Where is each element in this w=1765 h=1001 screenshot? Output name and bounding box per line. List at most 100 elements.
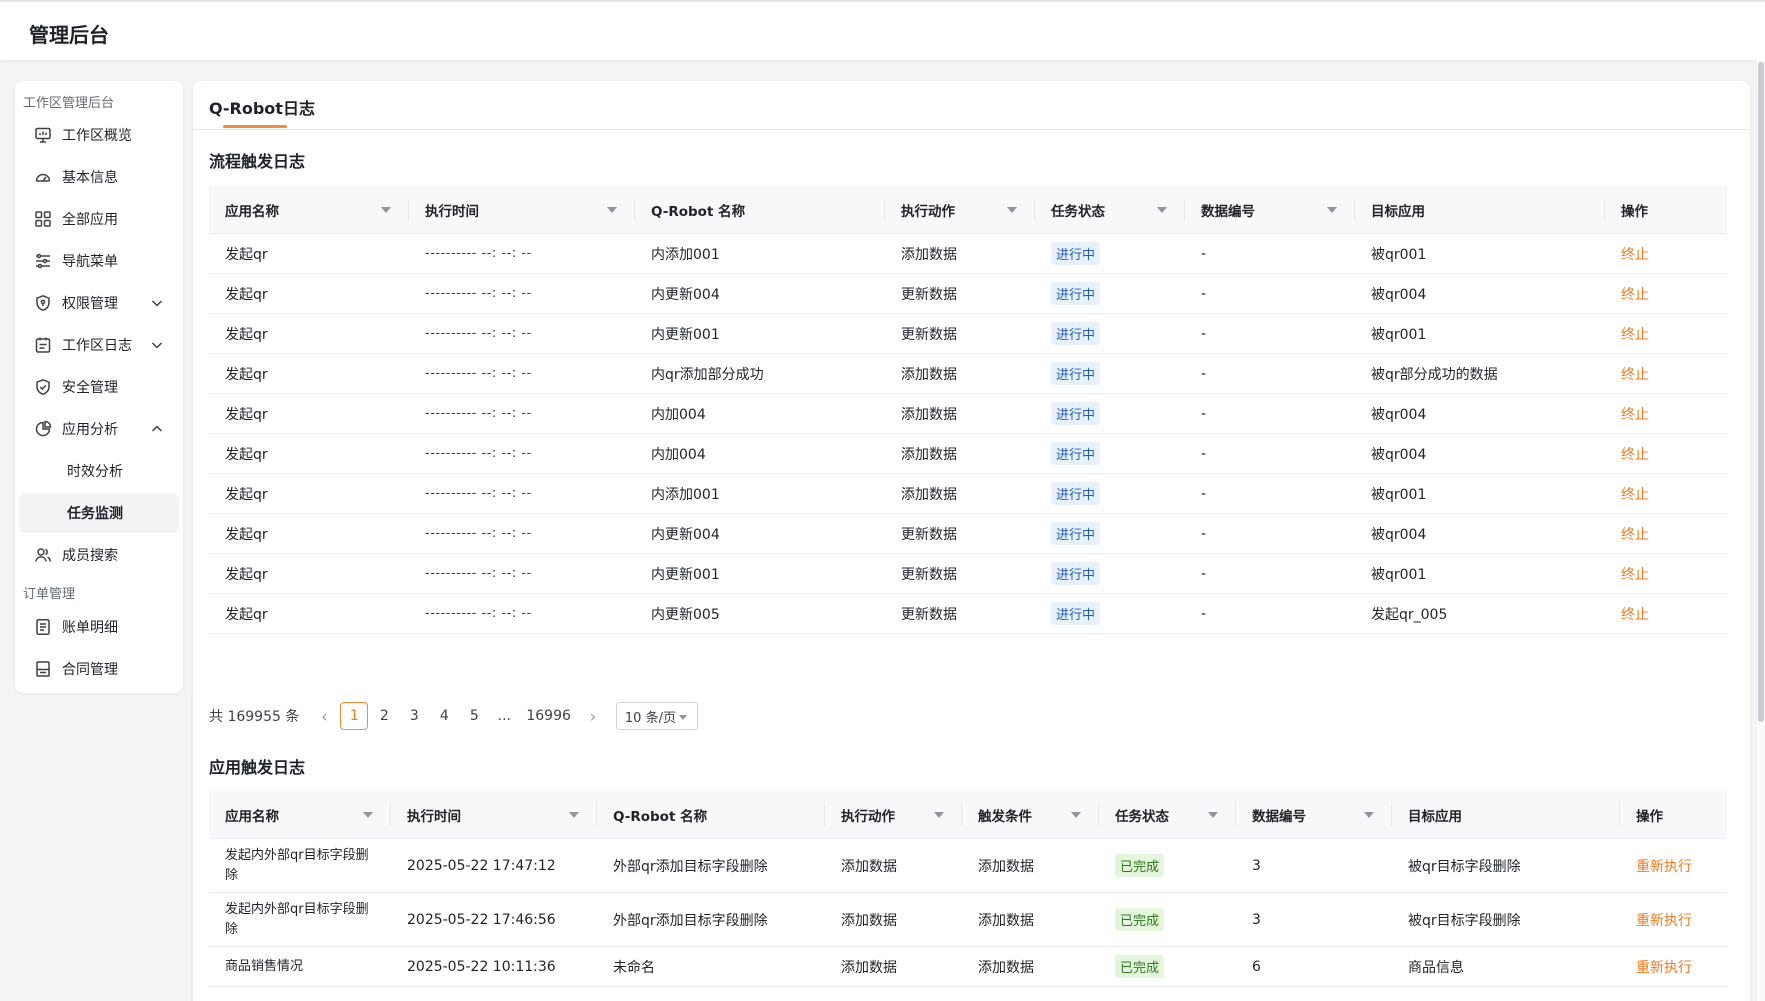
column-header-app[interactable]: 应用名称 — [209, 186, 409, 234]
sort-icon[interactable] — [1071, 811, 1081, 818]
cell-op-text[interactable]: 终止 — [1621, 487, 1649, 503]
column-header-action[interactable]: 执行动作 — [885, 186, 1035, 234]
cell-robot: 内更新004 — [635, 524, 885, 544]
cell-op: 终止 — [1605, 324, 1707, 344]
column-header-robot[interactable]: Q-Robot 名称 — [597, 791, 825, 839]
column-header-time[interactable]: 执行时间 — [409, 186, 635, 234]
sort-icon[interactable] — [1007, 206, 1017, 213]
cell-app: 发起qr — [209, 444, 409, 464]
cell-robot-text: 内加004 — [651, 446, 706, 463]
cell-op-text[interactable]: 重新执行 — [1636, 913, 1692, 929]
table-row: 发起qr ---------- --: --: -- 内qr添加部分成功 添加数据 进行… — [209, 354, 1727, 394]
sort-icon[interactable] — [1208, 811, 1218, 818]
column-header-num[interactable]: 数据编号 — [1185, 186, 1355, 234]
cell-status: 进行中 — [1035, 402, 1185, 425]
sort-icon[interactable] — [381, 206, 391, 213]
app-log-rows: 发起内外部qr目标字段删除 2025-05-22 17:47:12 外部qr添加目标… — [209, 839, 1727, 987]
scrollbar-thumb[interactable] — [1758, 62, 1764, 722]
cell-op-text[interactable]: 终止 — [1621, 287, 1649, 303]
column-header-robot[interactable]: Q-Robot 名称 — [635, 186, 885, 234]
cell-status: 已完成 — [1099, 955, 1236, 978]
cell-action-text: 添加数据 — [901, 406, 957, 423]
cell-op-text[interactable]: 终止 — [1621, 567, 1649, 583]
column-header-target[interactable]: 目标应用 — [1355, 186, 1605, 234]
sidebar-item-all-apps[interactable]: 全部应用 — [19, 199, 179, 239]
cell-op-text[interactable]: 终止 — [1621, 527, 1649, 543]
cell-time-text: 2025-05-22 10:11:36 — [407, 958, 556, 975]
cell-robot: 内加004 — [635, 444, 885, 464]
sidebar-item-security[interactable]: 安全管理 — [19, 367, 179, 407]
sidebar-item-basic-info[interactable]: 基本信息 — [19, 157, 179, 197]
prev-page-button[interactable]: ‹ — [310, 702, 338, 730]
cell-op-text[interactable]: 终止 — [1621, 607, 1649, 623]
column-header-num[interactable]: 数据编号 — [1236, 791, 1392, 839]
table-row: 发起qr ---------- --: --: -- 内更新001 更新数据 进行中 - 被… — [209, 314, 1727, 354]
cell-op-text[interactable]: 终止 — [1621, 367, 1649, 383]
cell-action-text: 更新数据 — [901, 286, 957, 303]
page-size-select[interactable]: 10 条/页 — [615, 702, 698, 730]
cell-op-text[interactable]: 终止 — [1621, 247, 1649, 263]
cell-app-text: 发起qr — [225, 286, 268, 303]
caret-down-icon — [678, 715, 687, 720]
cell-op-text[interactable]: 重新执行 — [1636, 960, 1692, 976]
page-button[interactable]: 16996 — [520, 702, 577, 730]
page-ellipsis[interactable]: ... — [490, 702, 518, 730]
sidebar-item-permissions[interactable]: 权限管理 — [19, 283, 179, 323]
cell-num: - — [1185, 486, 1355, 502]
cell-op-text[interactable]: 终止 — [1621, 327, 1649, 343]
sidebar-item-contracts[interactable]: 合同管理 — [19, 649, 179, 689]
tab-qrobot-log[interactable]: Q-Robot日志 — [209, 95, 315, 119]
cell-num-text: - — [1201, 365, 1207, 382]
cell-target: 被qr001 — [1355, 244, 1605, 264]
cell-trigger-text: 添加数据 — [978, 912, 1034, 929]
sidebar-item-label: 时效分析 — [67, 464, 123, 480]
sort-icon[interactable] — [363, 811, 373, 818]
next-page-button[interactable]: › — [579, 702, 607, 730]
cell-target-text: 被qr001 — [1371, 246, 1427, 263]
page-button[interactable]: 1 — [340, 702, 369, 730]
sidebar-item-overview[interactable]: 工作区概览 — [19, 115, 179, 155]
sidebar-item-member-search[interactable]: 成员搜索 — [19, 535, 179, 575]
column-header-trigger[interactable]: 触发条件 — [962, 791, 1099, 839]
sidebar-item-nav-menu[interactable]: 导航菜单 — [19, 241, 179, 281]
sidebar-item-app-analytics[interactable]: 应用分析 — [19, 409, 179, 449]
sort-icon[interactable] — [1364, 811, 1374, 818]
column-header-time[interactable]: 执行时间 — [391, 791, 597, 839]
page-button[interactable]: 5 — [460, 702, 488, 730]
cell-action: 添加数据 — [885, 444, 1035, 464]
cell-action: 添加数据 — [885, 364, 1035, 384]
cell-op-text[interactable]: 重新执行 — [1636, 859, 1692, 875]
sort-icon[interactable] — [569, 811, 579, 818]
table-row: 发起内外部qr目标字段删除 2025-05-22 17:46:56 外部qr添加目标… — [209, 893, 1727, 947]
sort-icon[interactable] — [1157, 206, 1167, 213]
page-button[interactable]: 3 — [400, 702, 428, 730]
cell-time-text: ---------- --: --: -- — [425, 566, 532, 581]
cell-op-text[interactable]: 终止 — [1621, 407, 1649, 423]
page-button[interactable]: 2 — [370, 702, 398, 730]
sort-icon[interactable] — [607, 206, 617, 213]
sidebar-item-task-monitor[interactable]: 任务监测 — [19, 493, 179, 533]
cell-num: - — [1185, 526, 1355, 542]
page-button[interactable]: 4 — [430, 702, 458, 730]
column-header-action[interactable]: 执行动作 — [825, 791, 962, 839]
cell-status: 进行中 — [1035, 522, 1185, 545]
sort-icon[interactable] — [1327, 206, 1337, 213]
cell-status: 已完成 — [1099, 908, 1236, 931]
column-header-app[interactable]: 应用名称 — [209, 791, 391, 839]
cell-op-text[interactable]: 终止 — [1621, 447, 1649, 463]
tab-bar: Q-Robot日志 — [193, 81, 1750, 130]
sort-icon[interactable] — [934, 811, 944, 818]
cell-status: 已完成 — [1099, 854, 1236, 877]
sidebar-item-billing[interactable]: 账单明细 — [19, 607, 179, 647]
sidebar-item-timeliness[interactable]: 时效分析 — [19, 451, 179, 491]
page-scrollbar[interactable] — [1757, 60, 1765, 1001]
flow-log-table: 应用名称 执行时间 Q-Robot 名称 执行动作 任务状态 数据编号 目标应用… — [209, 186, 1727, 634]
column-header-status[interactable]: 任务状态 — [1035, 186, 1185, 234]
column-header-status[interactable]: 任务状态 — [1099, 791, 1236, 839]
cell-target: 商品信息 — [1392, 957, 1620, 977]
sidebar-item-workspace-log[interactable]: 工作区日志 — [19, 325, 179, 365]
column-header-target[interactable]: 目标应用 — [1392, 791, 1620, 839]
users-icon — [33, 545, 53, 565]
cell-num-text: 3 — [1252, 911, 1261, 928]
cell-num: - — [1185, 566, 1355, 582]
